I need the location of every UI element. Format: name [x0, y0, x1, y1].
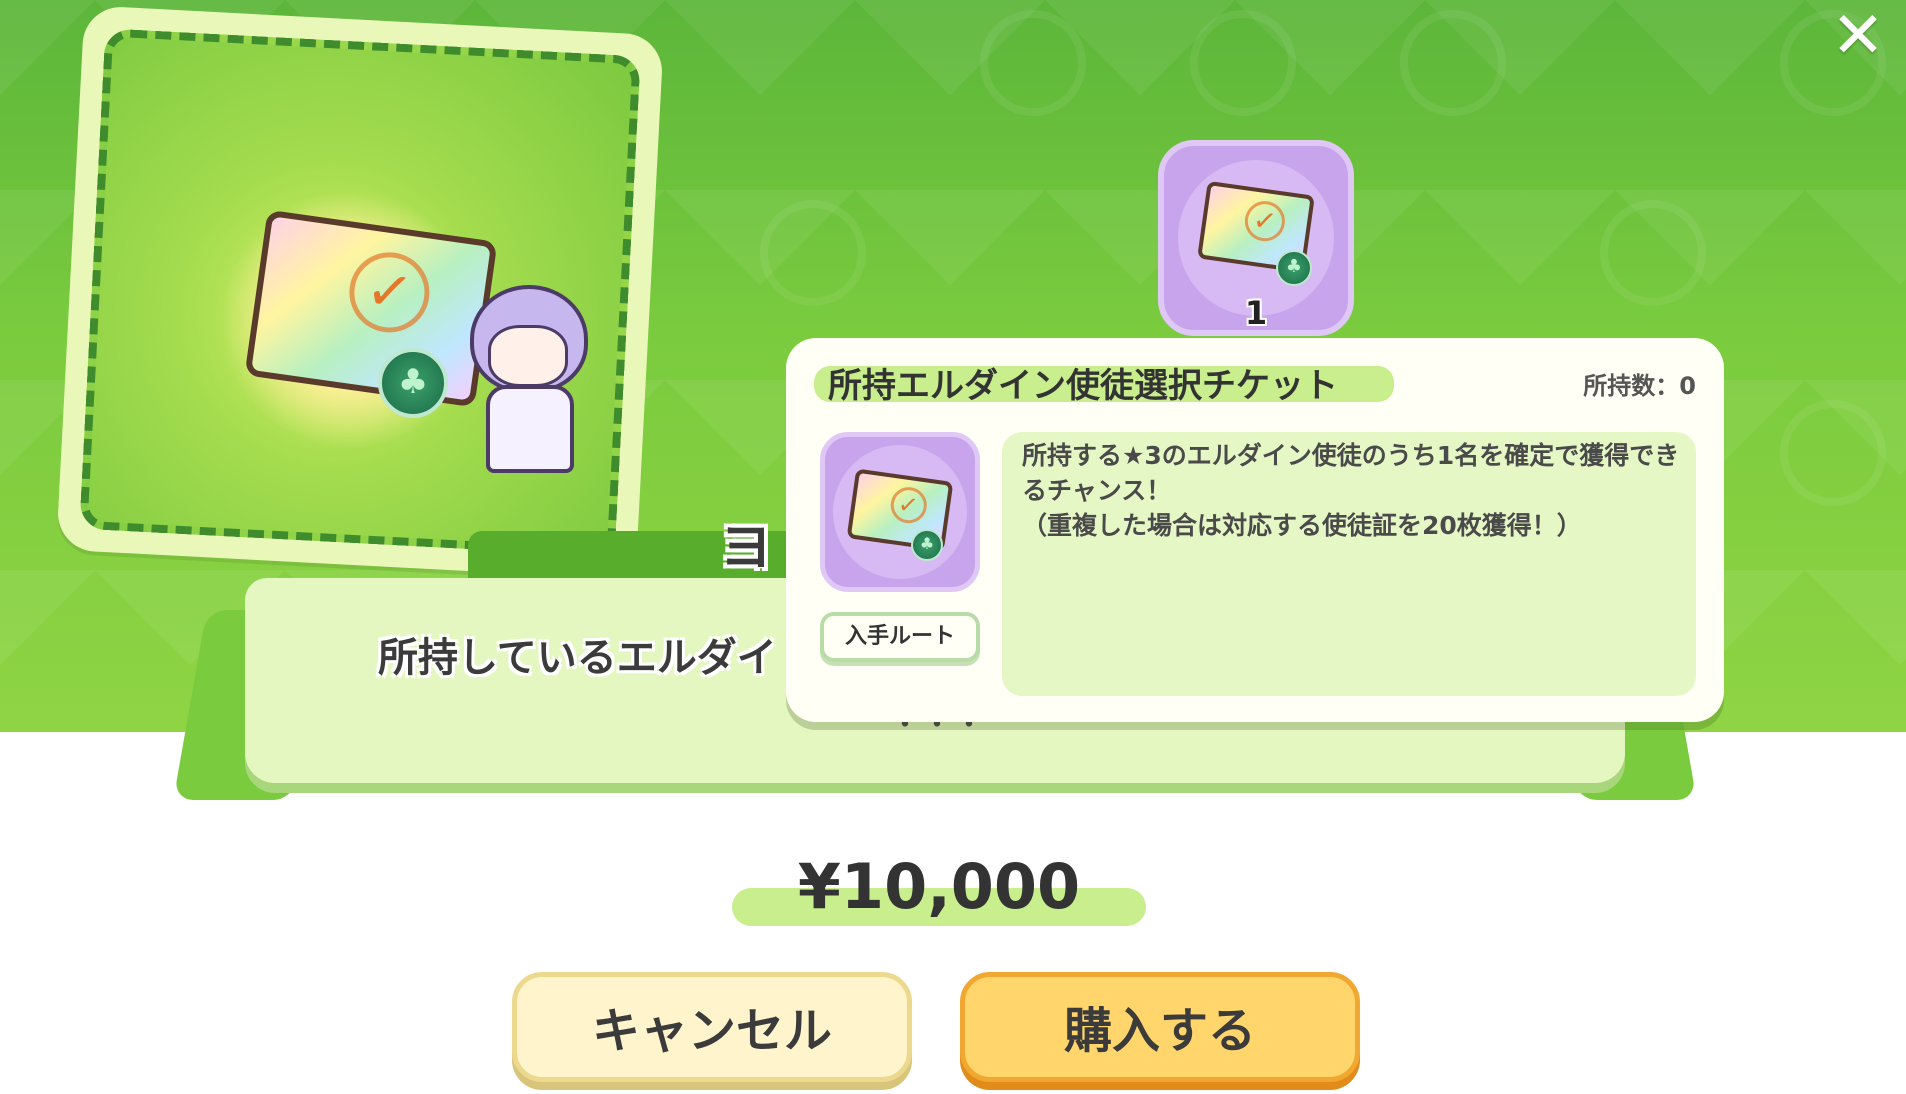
leaf-pattern-icon [1400, 10, 1506, 116]
tooltip-thumbnail: ✓ ♣ [820, 432, 980, 592]
cancel-button[interactable]: キャンセル [512, 972, 912, 1082]
buy-button[interactable]: 購入する [960, 972, 1360, 1082]
emblem-coin-icon: ♣ [1276, 250, 1312, 286]
close-icon: ✕ [1831, 0, 1885, 73]
owned-count: 所持数：0 [1583, 372, 1696, 400]
item-count: 1 [1244, 294, 1268, 332]
leaf-pattern-icon [1780, 400, 1886, 506]
emblem-coin-icon: ♣ [378, 348, 448, 418]
character-face [488, 325, 568, 387]
acquisition-route-button[interactable]: 入手ルート [820, 612, 980, 662]
close-button[interactable]: ✕ [1826, 4, 1890, 70]
leaf-pattern-icon [980, 10, 1086, 116]
leaf-pattern-icon [760, 200, 866, 306]
check-icon: ✓ [887, 485, 929, 526]
price-label: ¥10,000 [797, 850, 1081, 923]
check-icon: ✓ [344, 246, 435, 338]
selected-item-icon[interactable]: ✓ ♣ 1 [1158, 140, 1354, 336]
item-tooltip: 所持エルダイン使徒選択チケット 所持数：0 ✓ ♣ 入手ルート 所持する★3のエ… [786, 338, 1724, 722]
character-body [486, 385, 574, 473]
check-icon: ✓ [1242, 198, 1288, 245]
leaf-pattern-icon [1190, 10, 1296, 116]
tooltip-item-name: 所持エルダイン使徒選択チケット [828, 366, 1338, 406]
character-chibi [450, 285, 600, 473]
banner-text: 所持しているエルダイ [378, 635, 777, 681]
item-description: 所持する★3のエルダイン使徒のうち1名を確定で獲得できるチャンス！ （重複した場… [1022, 441, 1680, 540]
banner-title: ヨ [720, 518, 773, 578]
leaf-pattern-icon [1600, 200, 1706, 306]
emblem-coin-icon: ♣ [911, 529, 943, 561]
